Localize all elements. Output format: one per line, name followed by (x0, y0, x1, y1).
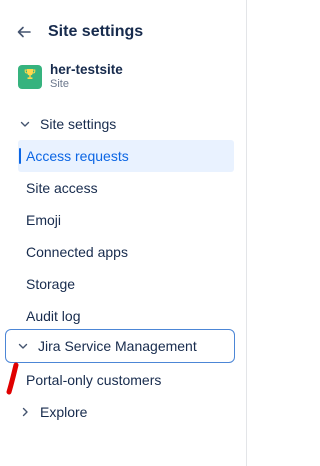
sidebar-item-label: Access requests (26, 148, 129, 164)
sidebar-item-label: Connected apps (26, 244, 128, 260)
sidebar-item-connected-apps[interactable]: Connected apps (26, 237, 128, 267)
page-title: Site settings (48, 23, 144, 40)
arrow-left-icon[interactable] (14, 22, 34, 42)
sidebar-header: Site settings (14, 18, 143, 46)
active-indicator (19, 148, 21, 164)
chevron-down-icon (16, 339, 30, 353)
sidebar-item-emoji[interactable]: Emoji (26, 205, 61, 235)
nav-group-label: Jira Service Management (38, 338, 197, 354)
nav-group-jira-service-management[interactable]: Jira Service Management (5, 329, 235, 363)
sidebar-item-label: Storage (26, 276, 76, 292)
nav-group-site-settings[interactable]: Site settings (18, 109, 234, 139)
sidebar-item-site-access[interactable]: Site access (26, 173, 98, 203)
site-switcher[interactable]: her-testsite Site (18, 62, 123, 91)
sidebar-item-access-requests[interactable]: Access requests (18, 140, 234, 172)
chevron-down-icon (18, 117, 32, 131)
sidebar-item-label: Audit log (26, 308, 81, 324)
red-annotation-mark (6, 362, 19, 395)
site-avatar (18, 64, 42, 89)
site-info: her-testsite Site (50, 62, 123, 91)
sidebar-item-label: Emoji (26, 212, 62, 228)
sidebar-item-portal-only-customers[interactable]: Portal-only customers (26, 365, 161, 395)
site-type: Site (50, 78, 69, 90)
site-settings-sidebar: Site settings her-testsite Site Site set… (0, 0, 272, 466)
chevron-right-icon (18, 405, 32, 419)
nav-group-label: Explore (40, 404, 88, 420)
sidebar-item-storage[interactable]: Storage (26, 269, 75, 299)
sidebar-item-label: Site access (26, 180, 98, 196)
sidebar-item-label: Portal-only customers (26, 372, 162, 388)
nav-group-explore[interactable]: Explore (18, 397, 234, 427)
trophy-icon (23, 67, 37, 86)
nav-group-label: Site settings (40, 116, 117, 132)
site-name: her-testsite (50, 62, 123, 77)
sidebar-divider (246, 0, 247, 466)
sidebar-item-audit-log[interactable]: Audit log (26, 301, 80, 331)
